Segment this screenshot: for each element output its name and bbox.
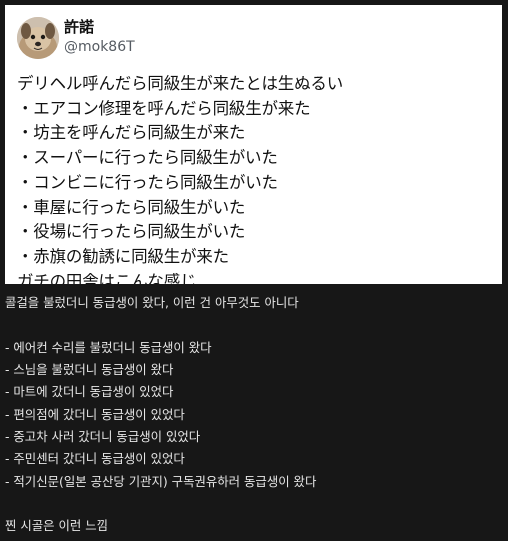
dog-avatar-icon [17,17,59,59]
tweet-line: デリヘル呼んだら同級生が来たとは生ぬるい [17,74,344,93]
tweet-line: ・エアコン修理を呼んだら同級生が来た [17,98,311,118]
translation-line: - 중고차 사러 갔더니 동급생이 있었다 [5,429,201,445]
translation-line: - 적기신문(일본 공산당 기관지) 구독권유하러 동급생이 왔다 [5,473,317,489]
avatar[interactable] [17,17,59,59]
blank-line [5,493,505,515]
translation-line: - 편의점에 갔더니 동급생이 있었다 [5,406,185,422]
tweet-line: ・コンビニに行ったら同級生がいた [17,172,278,192]
tweet-line: ・スーパーに行ったら同級生がいた [17,148,278,168]
translation-line: - 스님을 불렀더니 동급생이 왔다 [5,362,174,378]
tweet-text: デリヘル呼んだら同級生が来たとは生ぬるい ・エアコン修理を呼んだら同級生が来た … [17,72,497,284]
translation-line: 콜걸을 불렀더니 동급생이 왔다, 이런 건 아무것도 아니다 [5,295,299,310]
tweet-line: ・車屋に行ったら同級生がいた [17,197,246,217]
tweet-line: ガチの田舎はこんな感じ [17,271,197,284]
translation-line: - 에어컨 수리를 불렀더니 동급생이 왔다 [5,339,212,355]
tweet-card: 許諾 @mok86T デリヘル呼んだら同級生が来たとは生ぬるい ・エアコン修理を… [5,5,502,284]
translation-line: - 주민센터 갔더니 동급생이 있었다 [5,451,185,467]
blank-line [5,314,505,336]
user-handle[interactable]: @mok86T [64,38,135,56]
translation-text: 콜걸을 불렀더니 동급생이 왔다, 이런 건 아무것도 아니다 - 에어컨 수리… [5,292,505,538]
translation-line: 찐 시골은 이런 느낌 [5,518,109,534]
translation-line: - 마트에 갔더니 동급생이 있었다 [5,384,174,400]
tweet-line: ・役場に行ったら同級生がいた [17,222,246,242]
tweet-line: ・坊主を呼んだら同級生が来た [17,123,246,143]
display-name[interactable]: 許諾 [64,17,94,37]
tweet-line: ・赤旗の勧誘に同級生が来た [17,246,229,266]
